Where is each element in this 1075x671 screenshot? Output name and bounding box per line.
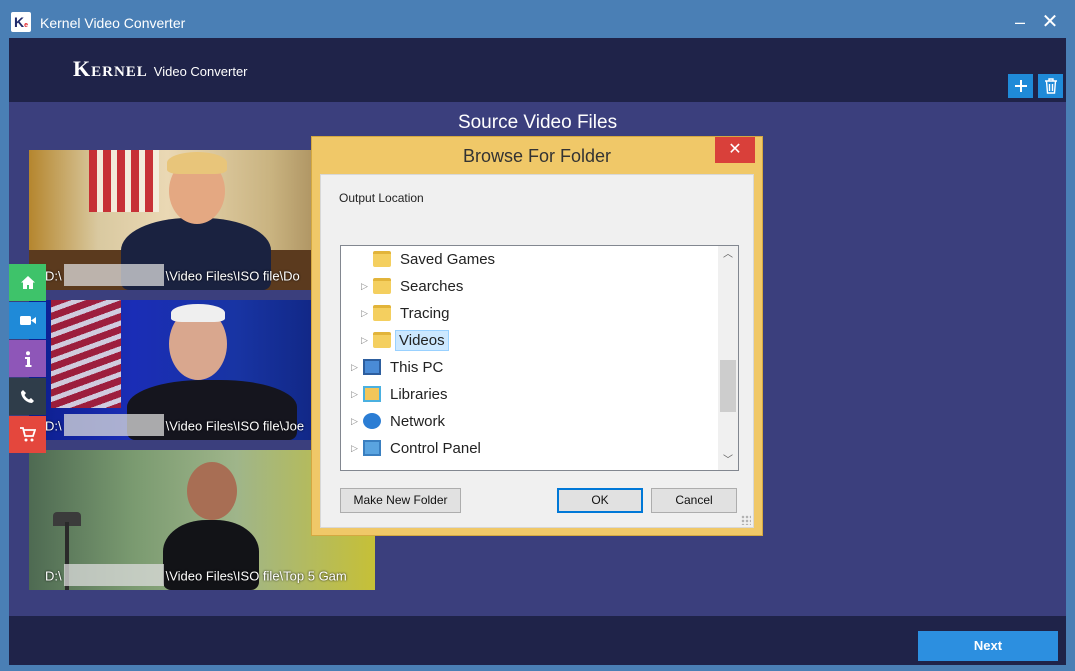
tree-item-label: Searches bbox=[400, 277, 464, 295]
tree-item-control-panel[interactable]: ▷ Control Panel bbox=[351, 435, 486, 461]
tree-item-network[interactable]: ▷ Network bbox=[351, 408, 450, 434]
section-title: Source Video Files bbox=[457, 112, 618, 133]
trash-icon bbox=[1044, 78, 1057, 94]
flag-image bbox=[51, 300, 121, 408]
output-location-label: Output Location bbox=[339, 191, 424, 205]
browse-folder-dialog: Browse For Folder ✕ Output Location Save… bbox=[311, 136, 763, 536]
tree-item-videos[interactable]: ▷ Videos bbox=[361, 327, 449, 353]
info-icon bbox=[24, 350, 31, 367]
tree-item-searches[interactable]: ▷ Searches bbox=[361, 273, 468, 299]
app-logo-icon: Ke bbox=[11, 12, 31, 32]
minimize-button[interactable]: – bbox=[1008, 10, 1032, 34]
sidebar-video-button[interactable] bbox=[9, 302, 46, 339]
expand-arrow-icon[interactable]: ▷ bbox=[361, 308, 373, 319]
tree-item-label: Libraries bbox=[390, 385, 448, 403]
flag-image bbox=[89, 150, 159, 212]
tree-scrollbar[interactable]: ︿ ﹀ bbox=[718, 246, 738, 470]
videos-folder-icon bbox=[373, 332, 391, 348]
saved-games-folder-icon bbox=[373, 251, 391, 267]
resize-grip-icon[interactable] bbox=[741, 515, 751, 525]
tree-item-label: Saved Games bbox=[400, 250, 496, 268]
control-panel-icon bbox=[363, 440, 381, 456]
video-camera-icon bbox=[19, 316, 36, 325]
dialog-body: Output Location Saved Games ▷ Searches ▷… bbox=[320, 174, 754, 528]
home-icon bbox=[20, 276, 35, 289]
tree-item-label: Tracing bbox=[400, 304, 450, 322]
libraries-icon bbox=[363, 386, 381, 402]
make-new-folder-button[interactable]: Make New Folder bbox=[340, 488, 461, 513]
tree-item-label: Control Panel bbox=[390, 439, 481, 457]
delete-files-button[interactable] bbox=[1038, 74, 1063, 98]
expand-arrow-icon[interactable]: ▷ bbox=[351, 443, 363, 454]
scroll-up-icon[interactable]: ︿ bbox=[718, 246, 738, 264]
tree-item-saved-games[interactable]: Saved Games bbox=[361, 246, 500, 272]
expand-arrow-icon[interactable]: ▷ bbox=[351, 389, 363, 400]
ok-button[interactable]: OK bbox=[557, 488, 643, 513]
next-button[interactable]: Next bbox=[918, 631, 1058, 661]
tree-item-this-pc[interactable]: ▷ This PC bbox=[351, 354, 448, 380]
video-path: D:\ \Video Files\ISO file\Top 5 Gam bbox=[45, 564, 347, 588]
expand-arrow-icon[interactable]: ▷ bbox=[351, 362, 363, 373]
brand-product: Video Converter bbox=[153, 64, 248, 79]
tree-item-label: Videos bbox=[395, 329, 449, 351]
sidebar-cart-button[interactable] bbox=[9, 416, 46, 453]
tree-item-libraries[interactable]: ▷ Libraries bbox=[351, 381, 453, 407]
footer-bar: Next bbox=[9, 616, 1066, 665]
window-title: Kernel Video Converter bbox=[40, 15, 186, 31]
redacted-text bbox=[63, 264, 164, 286]
person-image bbox=[167, 152, 227, 174]
tree-item-label: This PC bbox=[390, 358, 444, 376]
computer-icon bbox=[363, 359, 381, 375]
sidebar-home-button[interactable] bbox=[9, 264, 46, 301]
expand-arrow-icon[interactable]: ▷ bbox=[361, 335, 373, 346]
brand-name: Kernel bbox=[73, 56, 148, 81]
network-icon bbox=[363, 413, 381, 429]
video-path: D:\ \Video Files\ISO file\Do bbox=[45, 264, 300, 288]
tree-item-tracing[interactable]: ▷ Tracing bbox=[361, 300, 454, 326]
cart-icon bbox=[20, 427, 36, 442]
brand-logo: Kernel Video Converter bbox=[73, 56, 248, 82]
expand-arrow-icon[interactable]: ▷ bbox=[361, 281, 373, 292]
person-image bbox=[171, 304, 225, 322]
sidebar-phone-button[interactable] bbox=[9, 378, 46, 415]
app-header: Kernel Video Converter bbox=[9, 38, 1066, 102]
scrollbar-thumb[interactable] bbox=[720, 360, 736, 412]
dialog-close-button[interactable]: ✕ bbox=[715, 137, 755, 163]
add-files-button[interactable] bbox=[1008, 74, 1033, 98]
redacted-text bbox=[63, 564, 164, 586]
close-window-button[interactable]: ✕ bbox=[1038, 10, 1062, 34]
dialog-title: Browse For Folder bbox=[462, 146, 612, 166]
searches-folder-icon bbox=[373, 278, 391, 294]
cancel-button[interactable]: Cancel bbox=[651, 488, 737, 513]
title-bar: Ke Kernel Video Converter – ✕ bbox=[0, 0, 1075, 38]
redacted-text bbox=[63, 414, 164, 436]
plus-icon bbox=[1014, 80, 1027, 92]
folder-icon bbox=[373, 305, 391, 321]
folder-tree[interactable]: Saved Games ▷ Searches ▷ Tracing ▷ Video… bbox=[340, 245, 739, 471]
person-image bbox=[187, 462, 237, 520]
scroll-down-icon[interactable]: ﹀ bbox=[718, 452, 738, 470]
video-path: D:\ \Video Files\ISO file\Joe bbox=[45, 414, 304, 438]
phone-icon bbox=[21, 390, 34, 403]
sidebar-info-button[interactable] bbox=[9, 340, 46, 377]
tree-item-label: Network bbox=[390, 412, 446, 430]
expand-arrow-icon[interactable]: ▷ bbox=[351, 416, 363, 427]
